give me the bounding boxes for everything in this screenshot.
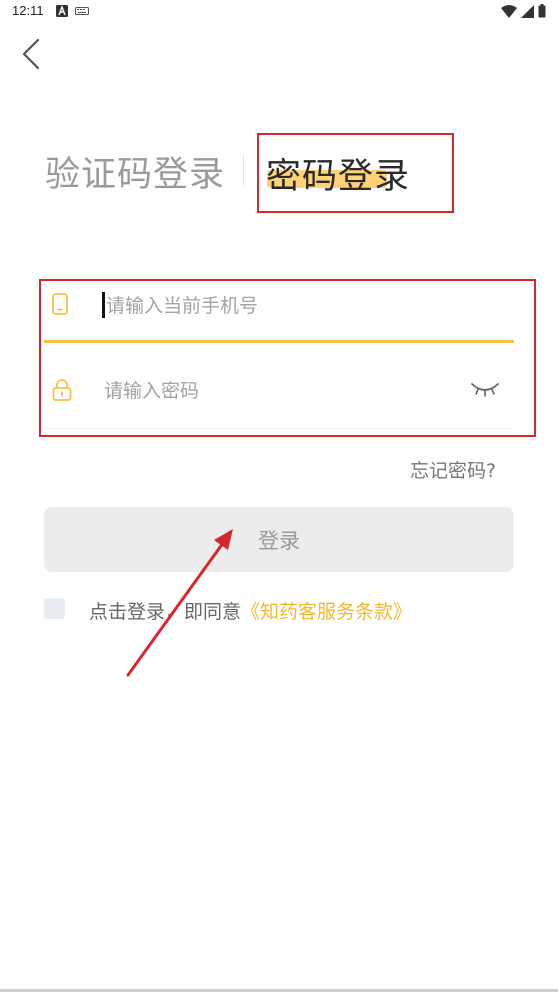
tab-sms-login[interactable]: 验证码登录: [45, 146, 225, 197]
agreement-prefix: 点击登录，即同意: [89, 601, 242, 623]
annotation-box-tab: [257, 133, 454, 213]
agreement-checkbox[interactable]: [44, 598, 65, 619]
keyboard-icon: [75, 7, 89, 15]
login-button[interactable]: 登录: [44, 507, 514, 572]
forgot-password-link[interactable]: 忘记密码?: [410, 456, 496, 483]
a-notification-icon: [56, 5, 68, 17]
terms-link[interactable]: 《知药客服务条款》: [241, 601, 412, 623]
battery-icon: [538, 4, 546, 18]
status-time: 12:11: [12, 3, 44, 18]
wifi-icon: [501, 4, 517, 18]
status-right-icons: [501, 3, 546, 19]
annotation-box-inputs: [39, 279, 536, 437]
signal-icon: [521, 4, 534, 18]
status-bar: 12:11: [0, 0, 558, 24]
tab-divider: [243, 154, 244, 186]
agreement-text: 点击登录，即同意《知药客服务条款》: [89, 597, 412, 624]
back-chevron-icon[interactable]: [16, 34, 48, 74]
